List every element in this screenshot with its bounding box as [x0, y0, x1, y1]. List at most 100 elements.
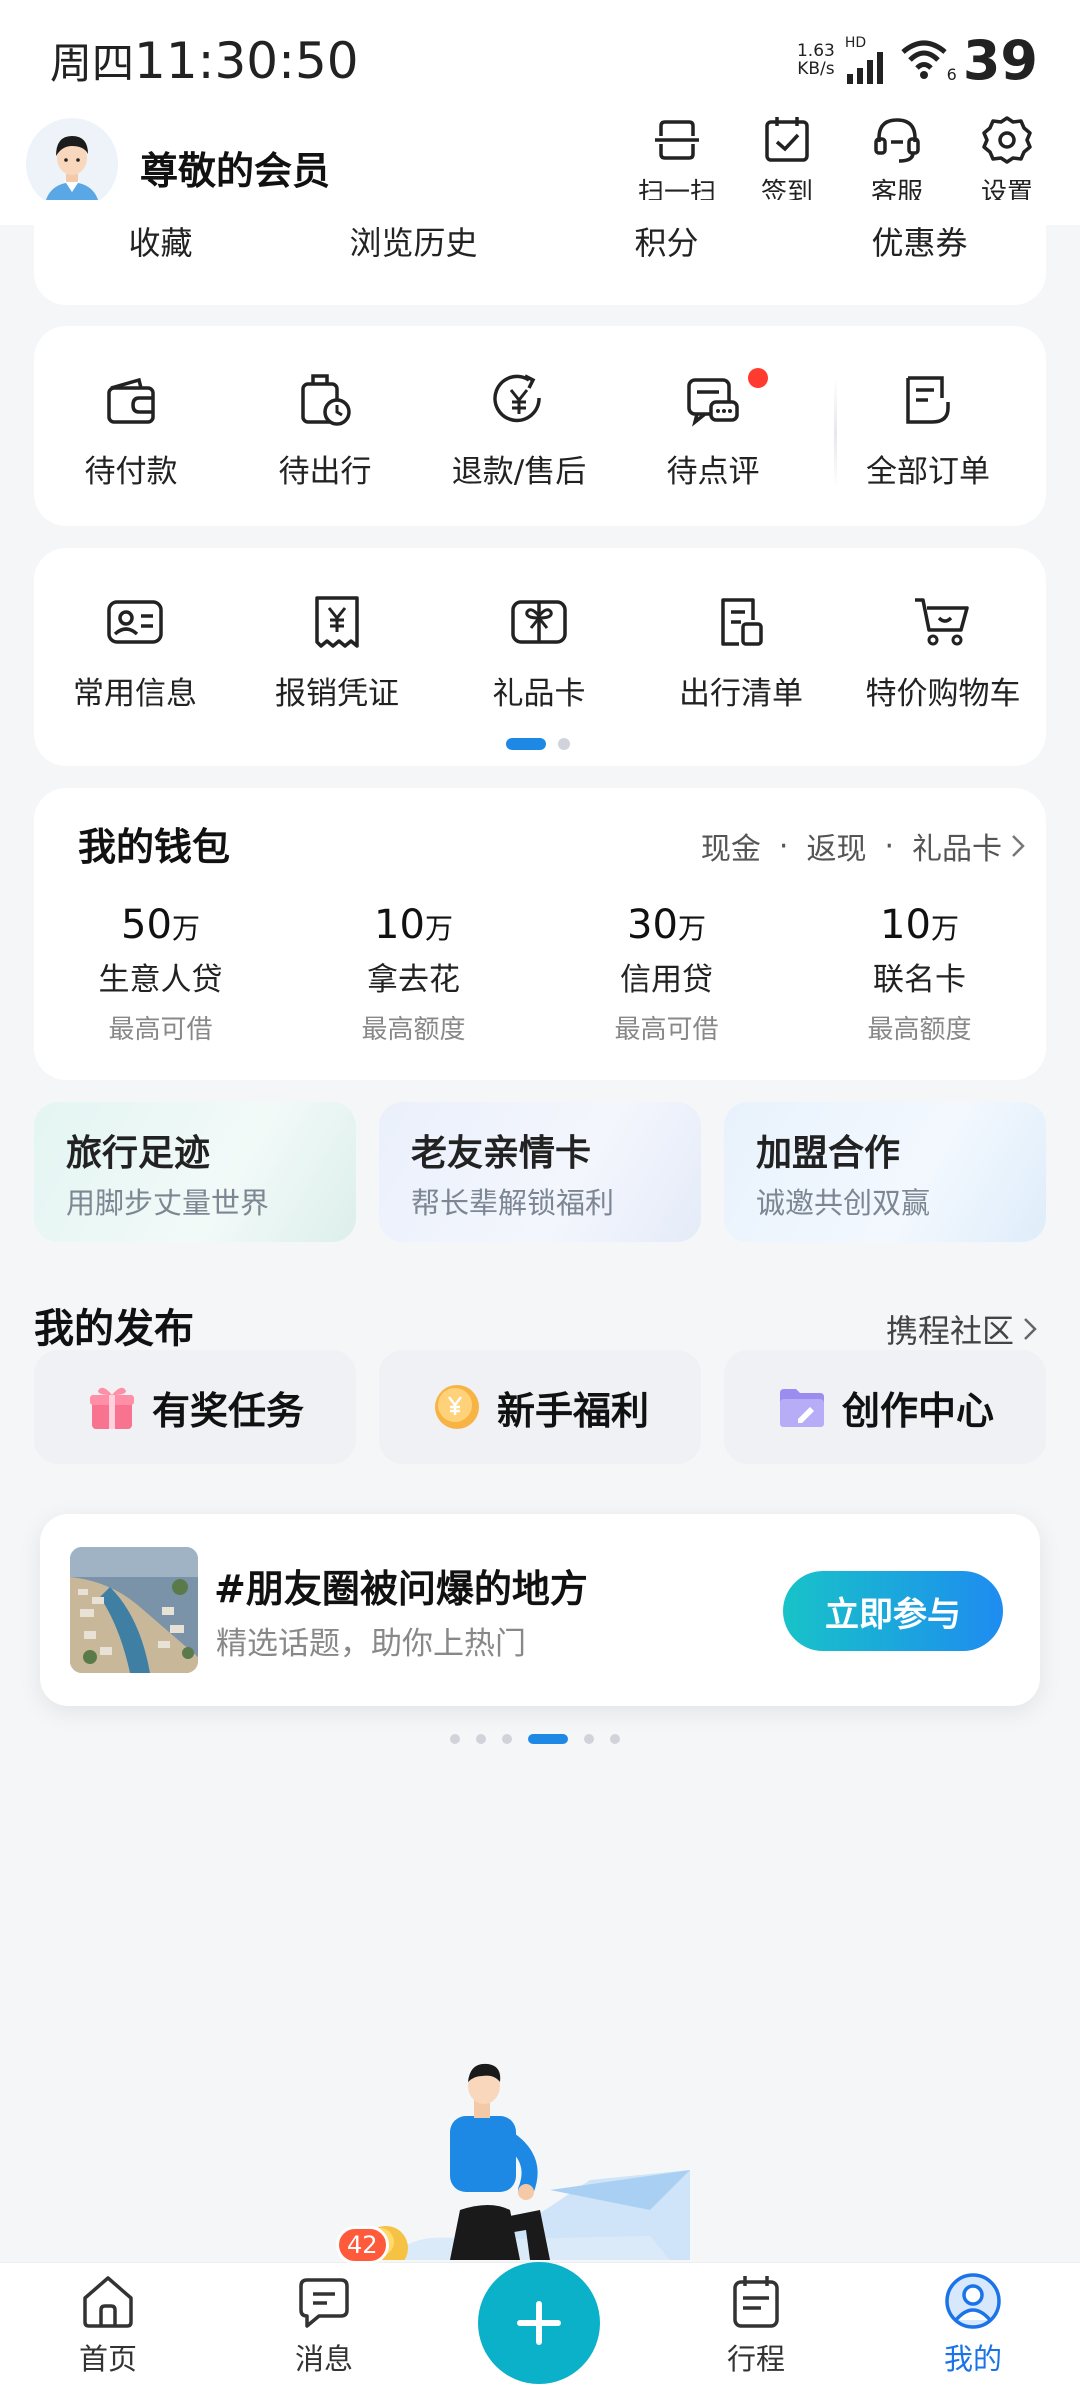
checkin-button[interactable]: 签到	[732, 112, 842, 209]
tool-receipt[interactable]: 报销凭证	[236, 590, 438, 713]
reward-tasks-button[interactable]: 有奖任务	[34, 1350, 356, 1464]
promo-travel-footprint[interactable]: 旅行足迹 用脚步丈量世界	[34, 1102, 356, 1242]
calendar-check-icon	[765, 117, 809, 162]
wallet-link-cash[interactable]: 现金	[701, 824, 761, 868]
tool-checklist[interactable]: 出行清单	[640, 590, 842, 713]
empty-state-illustration	[350, 2060, 710, 2270]
nav-messages[interactable]: 消息	[254, 2270, 394, 2378]
order-refund[interactable]: 退款/售后	[422, 368, 616, 491]
wallet-item[interactable]: 10万 拿去花 最高额度	[287, 902, 540, 1046]
wallet-item-name: 拿去花	[367, 962, 460, 998]
topic-thumbnail	[70, 1547, 198, 1673]
wallet-item[interactable]: 10万 联名卡 最高额度	[793, 902, 1046, 1046]
message-icon	[299, 2278, 349, 2328]
wallet-link-giftcard[interactable]: 礼品卡	[912, 824, 1002, 868]
hd-label: HD	[844, 35, 867, 51]
wallet-item-name: 联名卡	[873, 962, 966, 998]
orders-row: 待付款 待出行 退款/售后 待点评 全部订单	[34, 368, 1046, 491]
gift-icon	[89, 1387, 134, 1429]
pager-dot	[558, 738, 570, 750]
order-pending-payment[interactable]: 待付款	[34, 368, 228, 491]
order-label: 退款/售后	[451, 454, 587, 490]
points-link[interactable]: 积分	[540, 218, 793, 264]
wallet-amount: 10万	[374, 902, 453, 948]
wallet-item[interactable]: 50万 生意人贷 最高可借	[34, 902, 287, 1046]
avatar[interactable]	[26, 118, 118, 210]
battery-level: 39	[962, 28, 1038, 92]
newbie-benefits-button[interactable]: 新手福利	[379, 1350, 701, 1464]
tool-label: 常用信息	[73, 676, 197, 712]
promo-subtitle: 帮长辈解锁福利	[411, 1186, 615, 1220]
tools-pager	[506, 738, 570, 750]
unread-dot	[748, 368, 768, 388]
creator-center-label: 创作中心	[841, 1388, 994, 1433]
publish-fab-button[interactable]	[478, 2262, 600, 2384]
folder-edit-icon	[779, 1389, 824, 1427]
profile-icon	[945, 2273, 1001, 2329]
pager-dot	[476, 1734, 486, 1744]
wallet-icon	[107, 377, 155, 424]
luggage-clock-icon	[301, 374, 351, 426]
headset-icon	[874, 118, 920, 163]
wallet-items: 50万 生意人贷 最高可借 10万 拿去花 最高额度 30万 信用贷 最高可借 …	[34, 902, 1046, 1046]
home-icon	[83, 2276, 133, 2328]
member-name[interactable]: 尊敬的会员	[140, 140, 330, 195]
wallet-link-cashback[interactable]: 返现	[806, 824, 866, 868]
chevron-right-icon	[1012, 835, 1025, 857]
wallet-title[interactable]: 我的钱包	[78, 816, 230, 871]
id-card-icon	[107, 600, 163, 644]
promo-partnership[interactable]: 加盟合作 诚邀共创双赢	[724, 1102, 1046, 1242]
community-link[interactable]: 携程社区	[886, 1306, 1040, 1352]
pager-dot	[502, 1734, 512, 1744]
creator-center-button[interactable]: 创作中心	[724, 1350, 1046, 1464]
order-upcoming-trip[interactable]: 待出行	[228, 368, 422, 491]
receipt-icon	[315, 596, 359, 648]
pager-dot	[610, 1734, 620, 1744]
nav-label: 行程	[726, 2342, 785, 2376]
topic-subtitle: 精选话题，助你上热门	[216, 1626, 526, 1662]
network-speed-unit: KB/s	[797, 59, 835, 79]
nav-home[interactable]: 首页	[38, 2270, 178, 2378]
all-orders[interactable]: 全部订单	[810, 368, 1046, 491]
coin-icon	[434, 1385, 479, 1429]
tool-common-info[interactable]: 常用信息	[34, 590, 236, 713]
wallet-item[interactable]: 30万 信用贷 最高可借	[540, 902, 793, 1046]
tool-gift-card[interactable]: 礼品卡	[438, 590, 640, 713]
wallet-links[interactable]: 现金 · 返现 · 礼品卡	[701, 824, 1028, 868]
join-now-button[interactable]: 立即参与	[783, 1571, 1003, 1651]
history-link[interactable]: 浏览历史	[287, 218, 540, 264]
order-pending-review[interactable]: 待点评	[616, 368, 810, 491]
pager-dot	[450, 1734, 460, 1744]
order-label: 待付款	[84, 454, 178, 490]
order-label: 待出行	[278, 454, 372, 490]
wifi-number: 6	[946, 65, 957, 84]
comment-icon	[687, 378, 739, 427]
coupons-link[interactable]: 优惠券	[793, 218, 1046, 264]
itinerary-icon	[733, 2276, 779, 2328]
community-label: 携程社区	[885, 1312, 1014, 1350]
order-label: 待点评	[666, 454, 760, 490]
scan-button[interactable]: 扫一扫	[622, 112, 732, 209]
promo-subtitle: 诚邀共创双赢	[756, 1186, 931, 1220]
promo-title: 旅行足迹	[66, 1133, 211, 1174]
promo-family-card[interactable]: 老友亲情卡 帮长辈解锁福利	[379, 1102, 701, 1242]
pager-dot-active	[528, 1734, 568, 1744]
network-speed-value: 1.63	[796, 41, 835, 61]
nav-itinerary[interactable]: 行程	[686, 2270, 826, 2378]
pager-dot-active	[506, 738, 546, 750]
promo-subtitle: 用脚步丈量世界	[66, 1186, 270, 1220]
publish-title: 我的发布	[34, 1306, 194, 1352]
tool-deal-cart[interactable]: 特价购物车	[842, 590, 1044, 713]
settings-button[interactable]: 设置	[952, 112, 1062, 209]
favorites-link[interactable]: 收藏	[34, 218, 287, 264]
signal-icon: HD	[845, 36, 889, 84]
nav-profile[interactable]: 我的	[903, 2270, 1043, 2378]
tool-label: 礼品卡	[492, 676, 586, 712]
refund-icon	[493, 374, 541, 423]
customer-service-button[interactable]: 客服	[842, 112, 952, 209]
orders-icon	[906, 376, 950, 424]
status-clock: 周四11:30:50	[50, 30, 359, 91]
wallet-item-sub: 最高可借	[108, 1015, 213, 1045]
cart-icon	[915, 598, 969, 646]
wallet-item-sub: 最高可借	[614, 1015, 719, 1045]
